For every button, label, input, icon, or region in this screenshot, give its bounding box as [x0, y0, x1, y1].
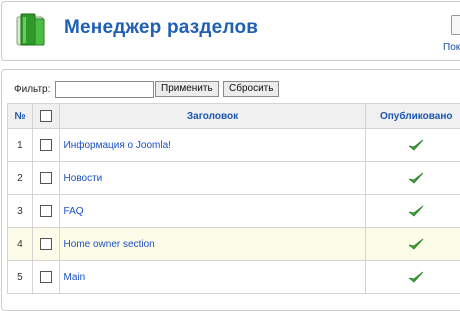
- column-header-published[interactable]: Опубликовано: [366, 104, 460, 129]
- column-header-title[interactable]: Заголовок: [59, 104, 366, 129]
- row-checkbox[interactable]: [40, 139, 52, 151]
- table-row: 5 Main: [8, 261, 460, 294]
- row-number: 1: [8, 129, 33, 162]
- section-title-link[interactable]: Main: [64, 272, 86, 283]
- filter-label: Фильтр:: [14, 84, 50, 95]
- toolbar-button-label[interactable]: Пок: [443, 42, 460, 53]
- row-checkbox[interactable]: [40, 205, 52, 217]
- table-row: 1 Информация о Joomla!: [8, 129, 460, 162]
- section-title-link[interactable]: Информация о Joomla!: [64, 140, 171, 151]
- toolbar-panel: Менеджер разделов Пок: [1, 1, 460, 61]
- table-row: 4 Home owner section: [8, 228, 460, 261]
- row-number: 2: [8, 162, 33, 195]
- section-title-link[interactable]: FAQ: [64, 206, 84, 217]
- section-title-link[interactable]: Home owner section: [64, 239, 155, 250]
- row-number: 5: [8, 261, 33, 294]
- row-number: 3: [8, 195, 33, 228]
- column-header-number: №: [8, 104, 33, 129]
- table-header-row: № Заголовок Опубликовано: [8, 104, 460, 129]
- check-icon[interactable]: [408, 139, 424, 152]
- table-row: 2 Новости: [8, 162, 460, 195]
- row-number: 4: [8, 228, 33, 261]
- filter-input[interactable]: [55, 81, 154, 98]
- check-icon[interactable]: [408, 271, 424, 284]
- check-icon[interactable]: [408, 205, 424, 218]
- section-title-link[interactable]: Новости: [64, 173, 103, 184]
- page-title: Менеджер разделов: [64, 17, 258, 39]
- toolbar-icon[interactable]: [451, 15, 460, 35]
- check-icon[interactable]: [408, 238, 424, 251]
- column-header-select-all[interactable]: [32, 104, 59, 129]
- row-checkbox[interactable]: [40, 238, 52, 250]
- table-row: 3 FAQ: [8, 195, 460, 228]
- row-checkbox[interactable]: [40, 271, 52, 283]
- apply-button[interactable]: Применить: [155, 81, 219, 97]
- check-icon[interactable]: [408, 172, 424, 185]
- reset-button[interactable]: Сбросить: [223, 81, 279, 97]
- section-manager-icon: [16, 13, 48, 47]
- row-checkbox[interactable]: [40, 172, 52, 184]
- sections-table: № Заголовок Опубликовано 1 Информация о …: [7, 103, 460, 294]
- select-all-checkbox[interactable]: [40, 110, 52, 122]
